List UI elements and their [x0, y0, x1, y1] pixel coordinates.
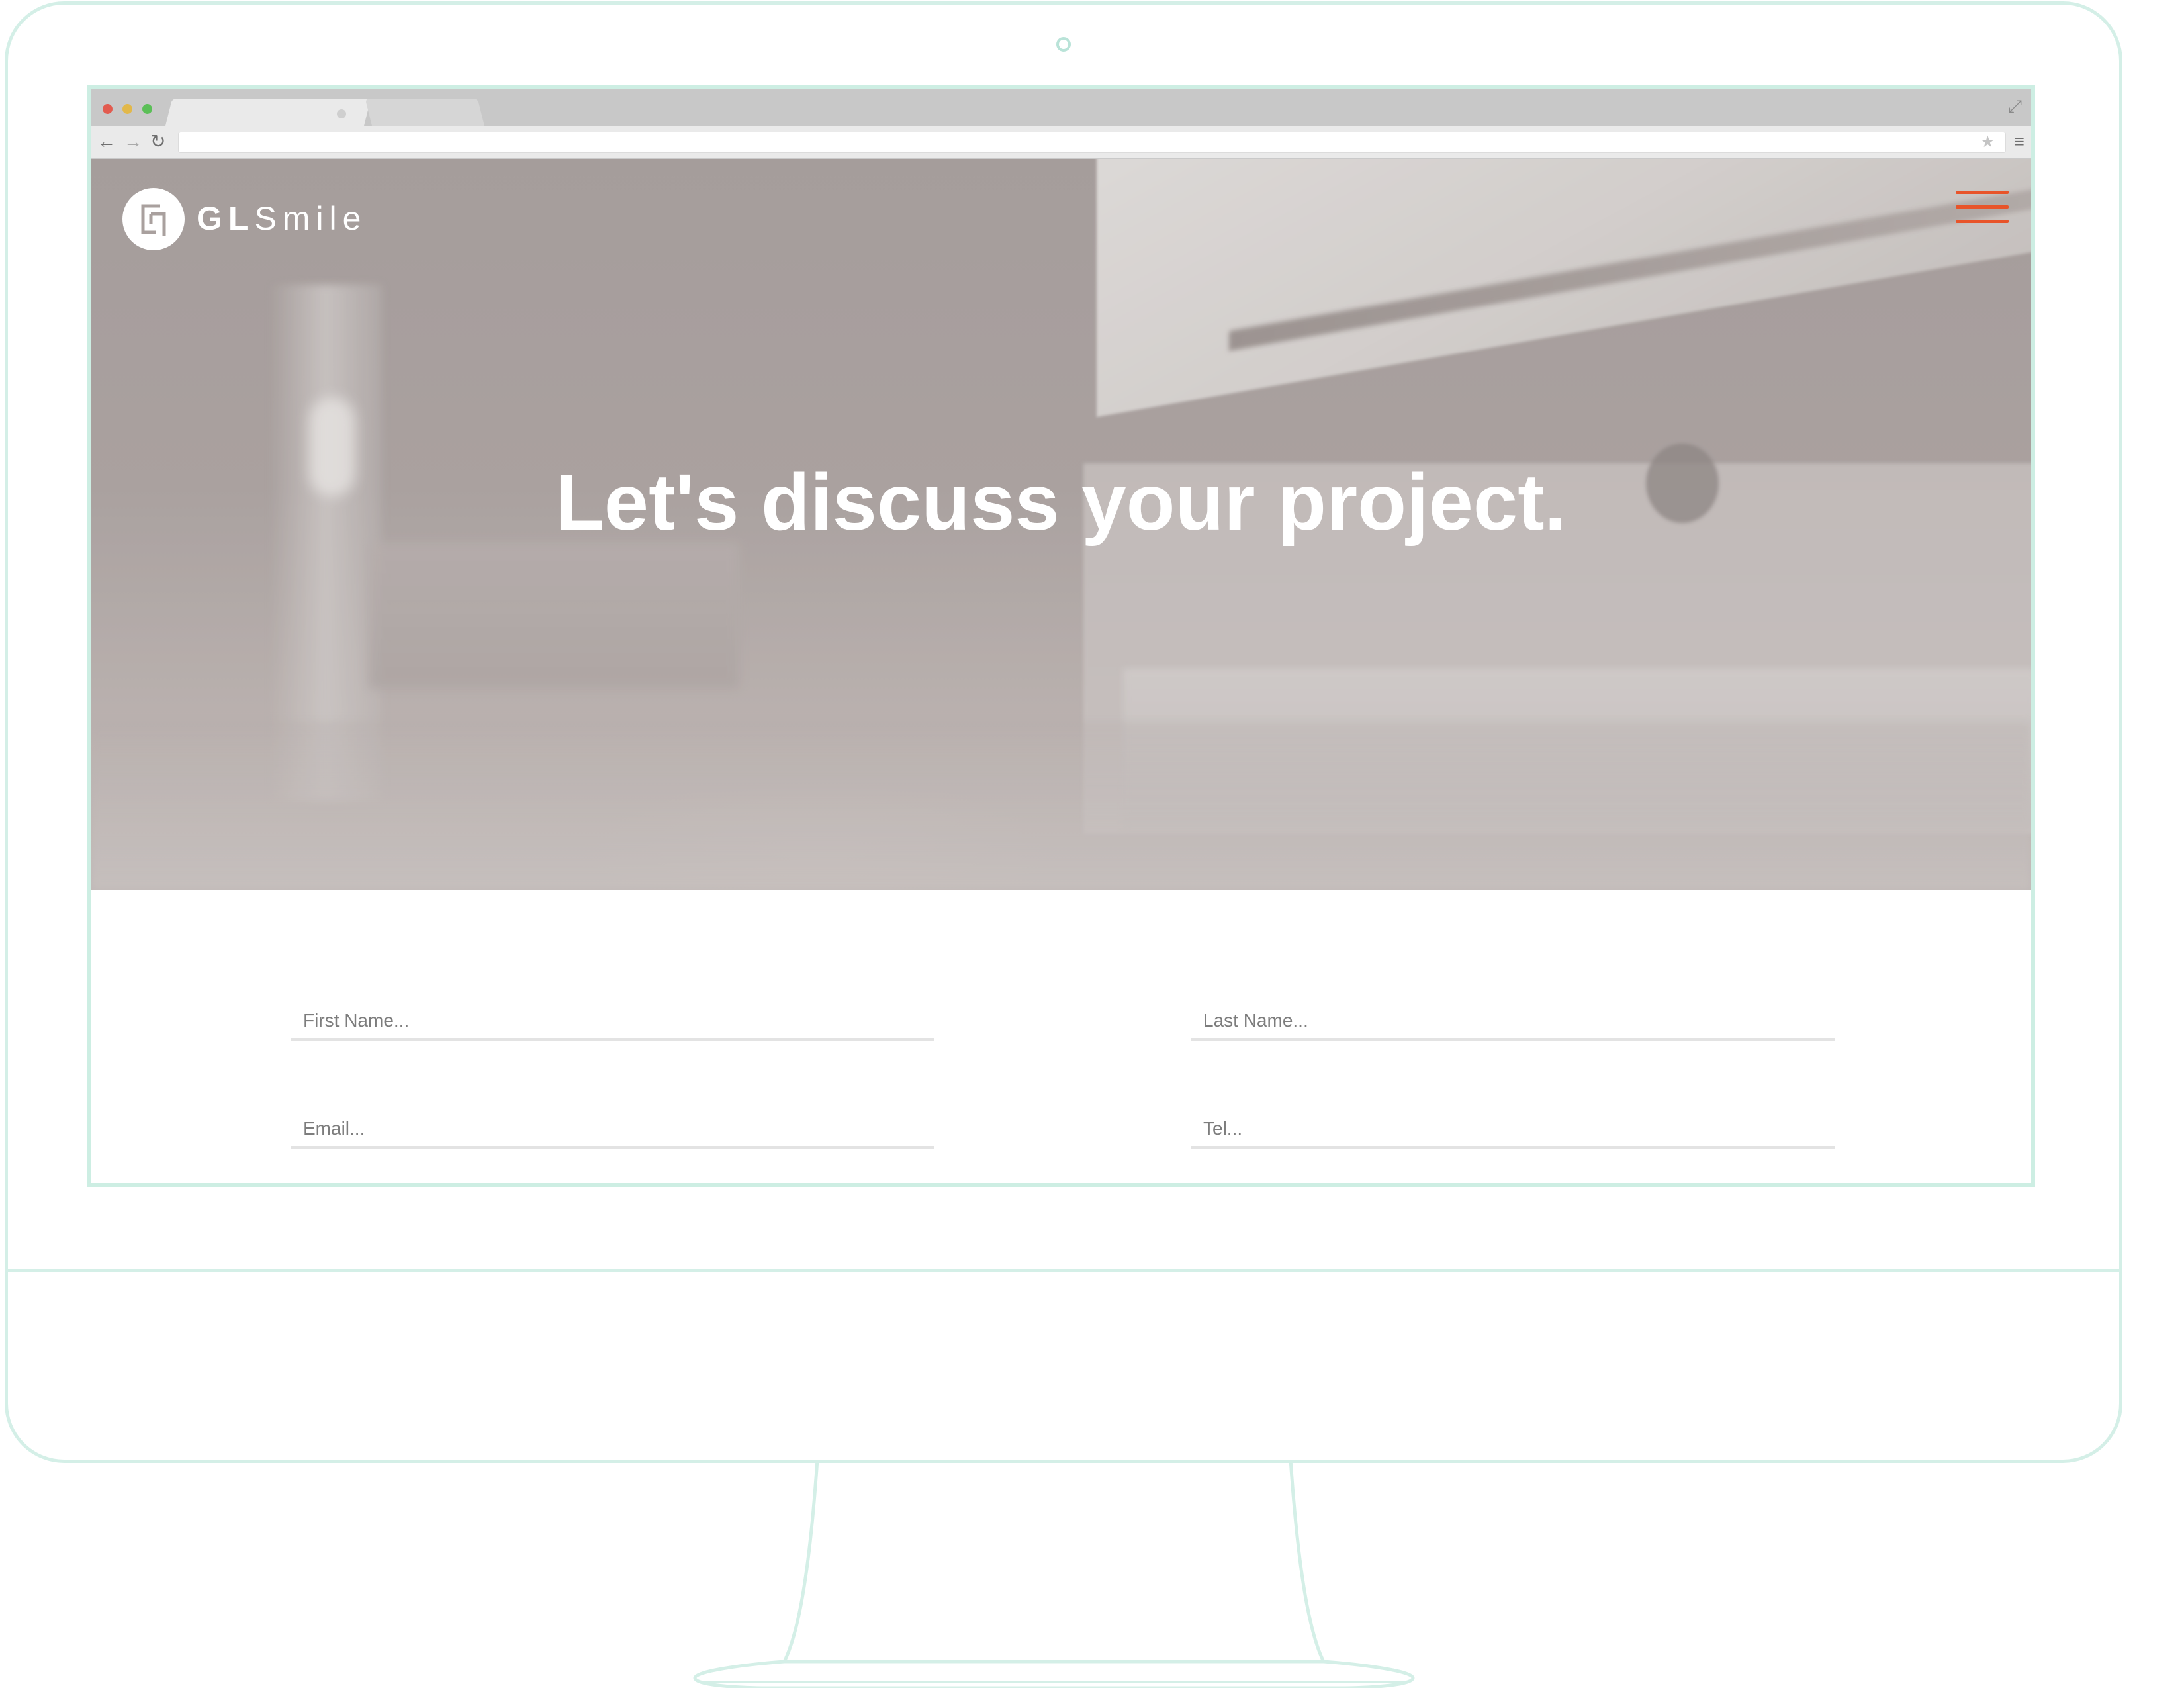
expand-icon[interactable]: ⤢	[2008, 97, 2022, 115]
screen: ⤢ ← → ↻ ★ ≡ GLSmile Let's discuss your p…	[87, 85, 2035, 1187]
gl-monogram-icon[interactable]	[122, 188, 185, 250]
tel-input[interactable]	[1191, 1111, 1835, 1146]
window-minimize-button[interactable]	[122, 104, 132, 114]
browser-toolbar: ← → ↻ ★ ≡	[91, 126, 2031, 159]
first-name-field-wrapper	[291, 1004, 934, 1041]
browser-tab-new[interactable]	[365, 99, 485, 126]
site-brand[interactable]: GLSmile	[197, 199, 367, 238]
reload-icon[interactable]: ↻	[150, 130, 165, 153]
arrow-right-icon[interactable]: →	[124, 130, 142, 153]
brand-smile: Smile	[254, 200, 367, 237]
contact-form	[91, 890, 2031, 1183]
menu-icon[interactable]: ≡	[2014, 130, 2025, 153]
camera-dot	[1056, 37, 1071, 52]
browser-tab-bar: ⤢	[91, 89, 2031, 126]
arrow-left-icon[interactable]: ←	[97, 130, 116, 153]
window-close-button[interactable]	[103, 104, 113, 114]
tab-close-icon[interactable]	[337, 109, 346, 118]
device-mockup: ⤢ ← → ↻ ★ ≡ GLSmile Let's discuss your p…	[0, 0, 2184, 1688]
hero-headline: Let's discuss your project.	[555, 457, 1567, 547]
star-icon[interactable]: ★	[1980, 133, 1995, 152]
first-name-input[interactable]	[291, 1004, 934, 1038]
hero-banner: GLSmile Let's discuss your project.	[91, 159, 2031, 890]
last-name-field-wrapper	[1191, 1004, 1835, 1041]
monitor-chin-divider	[7, 1269, 2120, 1272]
hamburger-menu-icon[interactable]	[1956, 191, 2009, 225]
address-bar[interactable]: ★	[178, 132, 2006, 153]
tel-field-wrapper	[1191, 1111, 1835, 1149]
window-maximize-button[interactable]	[142, 104, 152, 114]
brand-gl: GL	[197, 200, 255, 237]
last-name-input[interactable]	[1191, 1004, 1835, 1038]
email-field-wrapper	[291, 1111, 934, 1149]
logo-mark	[141, 204, 166, 236]
email-input[interactable]	[291, 1111, 934, 1146]
